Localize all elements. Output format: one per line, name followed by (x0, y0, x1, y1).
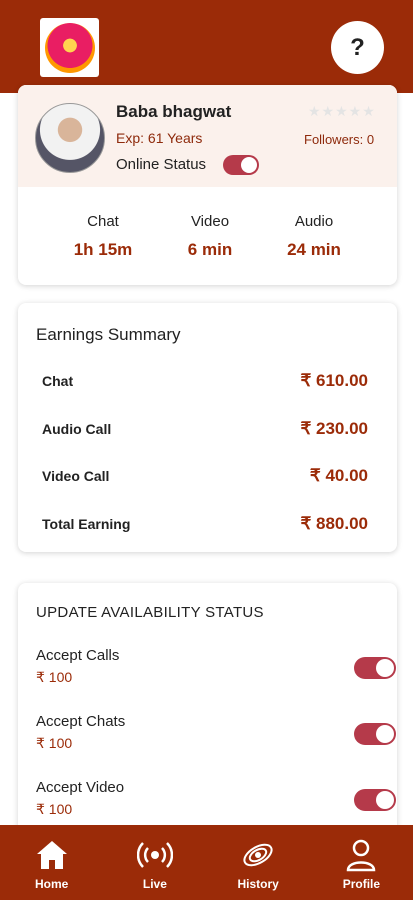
usage-value: 6 min (187, 240, 233, 259)
nav-home[interactable]: Home (0, 825, 103, 900)
usage-chat: Chat 1h 15m (48, 213, 158, 260)
earnings-label: Video Call (42, 468, 110, 484)
earnings-label: Total Earning (42, 516, 131, 532)
earnings-row-video-call: Video Call ₹ 40.00 (42, 466, 368, 486)
earnings-row-audio-call: Audio Call ₹ 230.00 (42, 419, 368, 439)
logo-emblem (44, 22, 95, 73)
profile-experience: Exp: 61 Years (116, 130, 203, 146)
profile-icon (343, 837, 379, 873)
rating-stars-icon: ★★★★★ (308, 103, 376, 119)
earnings-value: ₹ 880.00 (300, 514, 368, 533)
availability-row-calls: Accept Calls ₹ 100 (36, 647, 396, 691)
followers-count: Followers: 0 (304, 132, 375, 147)
nav-label: Live (142, 877, 167, 891)
availability-label: Accept Calls (36, 647, 120, 664)
earnings-value: ₹ 610.00 (300, 371, 368, 390)
usage-value: 1h 15m (73, 240, 133, 259)
availability-label: Accept Video (36, 779, 125, 796)
usage-label: Audio (294, 213, 334, 230)
profile-card: Baba bhagwat Exp: 61 Years ★★★★★ Followe… (18, 85, 397, 285)
availability-price: ₹ 100 (36, 801, 73, 817)
earnings-row-chat: Chat ₹ 610.00 (42, 371, 368, 391)
avatar[interactable] (35, 103, 105, 173)
earnings-label: Chat (42, 373, 74, 389)
availability-price: ₹ 100 (36, 669, 73, 685)
online-status-label: Online Status (116, 156, 207, 173)
usage-value: 24 min (287, 240, 341, 259)
profile-header: Baba bhagwat Exp: 61 Years ★★★★★ Followe… (18, 85, 397, 187)
nav-label: Profile (342, 877, 381, 891)
availability-row-chats: Accept Chats ₹ 100 (36, 713, 396, 757)
home-icon (34, 837, 70, 873)
availability-price: ₹ 100 (36, 735, 73, 751)
profile-name: Baba bhagwat (116, 102, 232, 121)
availability-row-video: Accept Video ₹ 100 (36, 779, 396, 823)
earnings-title: Earnings Summary (36, 325, 181, 344)
bottom-navigation: Home Live History Profile (0, 825, 413, 900)
earnings-value: ₹ 230.00 (300, 419, 368, 438)
nav-history[interactable]: History (207, 825, 310, 900)
top-app-bar: ? (0, 0, 413, 93)
usage-label: Chat (87, 213, 119, 230)
accept-chats-toggle[interactable] (354, 723, 396, 745)
usage-audio: Audio 24 min (259, 213, 369, 260)
earnings-value: ₹ 40.00 (309, 466, 368, 485)
accept-calls-toggle[interactable] (354, 657, 396, 679)
availability-label: Accept Chats (36, 713, 126, 730)
history-icon (240, 837, 276, 873)
app-logo[interactable] (40, 18, 99, 77)
availability-card: UPDATE AVAILABILITY STATUS Accept Calls … (18, 583, 397, 843)
online-status-toggle[interactable] (223, 155, 259, 175)
nav-label: History (237, 877, 279, 891)
nav-live[interactable]: Live (103, 825, 206, 900)
availability-title: UPDATE AVAILABILITY STATUS (36, 604, 264, 621)
nav-profile[interactable]: Profile (310, 825, 413, 900)
live-icon (136, 837, 173, 873)
usage-video: Video 6 min (155, 213, 265, 260)
accept-video-toggle[interactable] (354, 789, 396, 811)
earnings-row-total: Total Earning ₹ 880.00 (42, 514, 368, 534)
usage-label: Video (190, 213, 230, 230)
earnings-label: Audio Call (42, 421, 112, 437)
nav-label: Home (34, 877, 69, 891)
earnings-summary-card: Earnings Summary Chat ₹ 610.00 Audio Cal… (18, 303, 397, 552)
help-button[interactable]: ? (331, 21, 384, 74)
